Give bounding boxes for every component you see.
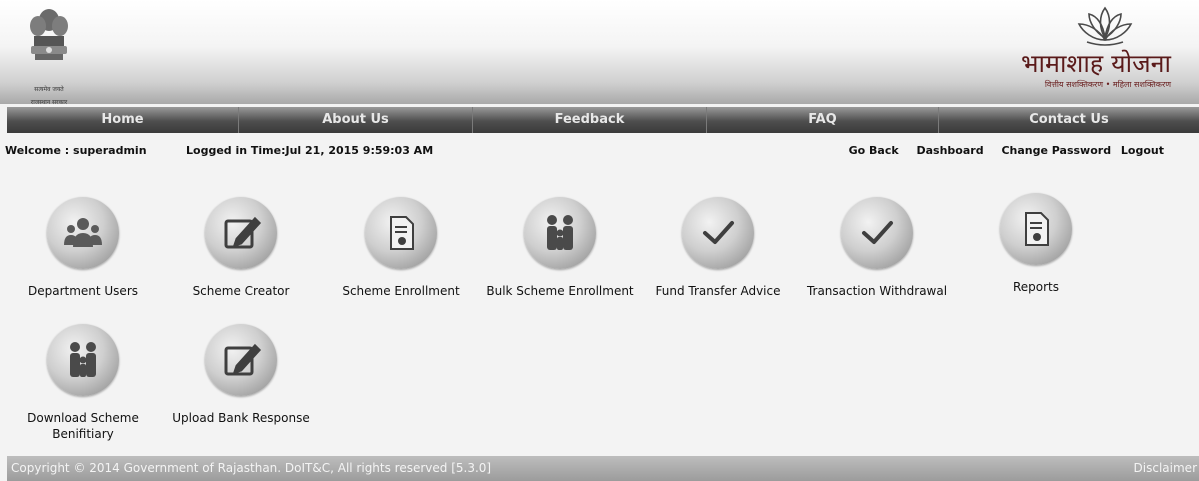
tile-department-users[interactable]: Department Users [3,197,163,299]
state-emblem-logo: सत्यमेव जयते राजस्थान सरकार [12,6,86,106]
top-links: Go Back Dashboard Change Password Logout [835,144,1164,157]
department-users-icon [47,197,119,269]
tile-transaction-withdrawal[interactable]: Transaction Withdrawal [797,197,957,299]
checkmark-icon [682,197,754,269]
family-icon [47,324,119,396]
logout-link[interactable]: Logout [1121,144,1164,157]
nav-about-us[interactable]: About Us [239,107,473,133]
checkmark-icon [841,197,913,269]
emblem-state-name: राजस्थान सरकार [30,99,68,106]
dashboard-link[interactable]: Dashboard [917,144,984,157]
edit-icon [205,324,277,396]
tile-label: Download Scheme Benifitiary [27,411,139,441]
family-icon [524,197,596,269]
tile-label: Reports [1012,280,1060,294]
edit-icon [205,197,277,269]
brand-tagline: वित्तीय सशक्तिकरण • महिला सशक्तिकरण [1044,80,1171,89]
tile-reports[interactable]: Reports [956,193,1116,295]
emblem-motto: सत्यमेव जयते [34,86,64,93]
footer-bar: Copyright © 2014 Government of Rajasthan… [7,456,1199,481]
tile-scheme-creator[interactable]: Scheme Creator [161,197,321,299]
user-info-bar: Welcome : superadmin Logged in Time:Jul … [0,144,1199,160]
bhamashah-brand-logo: भामाशाह योजना वित्तीय सशक्तिकरण • महिला … [983,2,1183,98]
lion-capital-icon [30,9,68,60]
logged-in-time: Logged in Time:Jul 21, 2015 9:59:03 AM [186,144,434,157]
tile-fund-transfer-advice[interactable]: Fund Transfer Advice [638,197,798,299]
go-back-link[interactable]: Go Back [849,144,899,157]
document-icon [365,197,437,269]
tile-label: Scheme Creator [192,284,290,298]
disclaimer-link[interactable]: Disclaimer [1134,461,1197,475]
tile-label: Fund Transfer Advice [655,284,781,298]
nav-faq[interactable]: FAQ [707,107,939,133]
tile-label: Scheme Enrollment [342,284,460,298]
copyright-text: Copyright © 2014 Government of Rajasthan… [11,461,492,475]
lotus-icon [1077,6,1133,46]
change-password-link[interactable]: Change Password [1001,144,1111,157]
nav-home[interactable]: Home [7,107,239,133]
tile-upload-bank-response[interactable]: Upload Bank Response [161,324,321,426]
tile-download-scheme-benifitiary[interactable]: Download Scheme Benifitiary [3,324,163,442]
tile-label: Transaction Withdrawal [806,284,948,298]
nav-feedback[interactable]: Feedback [473,107,707,133]
nav-contact-us[interactable]: Contact Us [939,107,1199,133]
main-nav: Home About Us Feedback FAQ Contact Us [7,107,1199,133]
header-banner: सत्यमेव जयते राजस्थान सरकार भामाशाह योजन… [0,0,1199,106]
tile-scheme-enrollment[interactable]: Scheme Enrollment [321,197,481,299]
tile-label: Upload Bank Response [172,411,310,425]
tile-bulk-scheme-enrollment[interactable]: Bulk Scheme Enrollment [480,197,640,299]
brand-name: भामाशाह योजना [1020,49,1171,78]
welcome-text: Welcome : superadmin [5,144,147,157]
tile-label: Department Users [27,284,139,298]
tile-label: Bulk Scheme Enrollment [486,284,634,298]
document-icon [1000,193,1072,265]
